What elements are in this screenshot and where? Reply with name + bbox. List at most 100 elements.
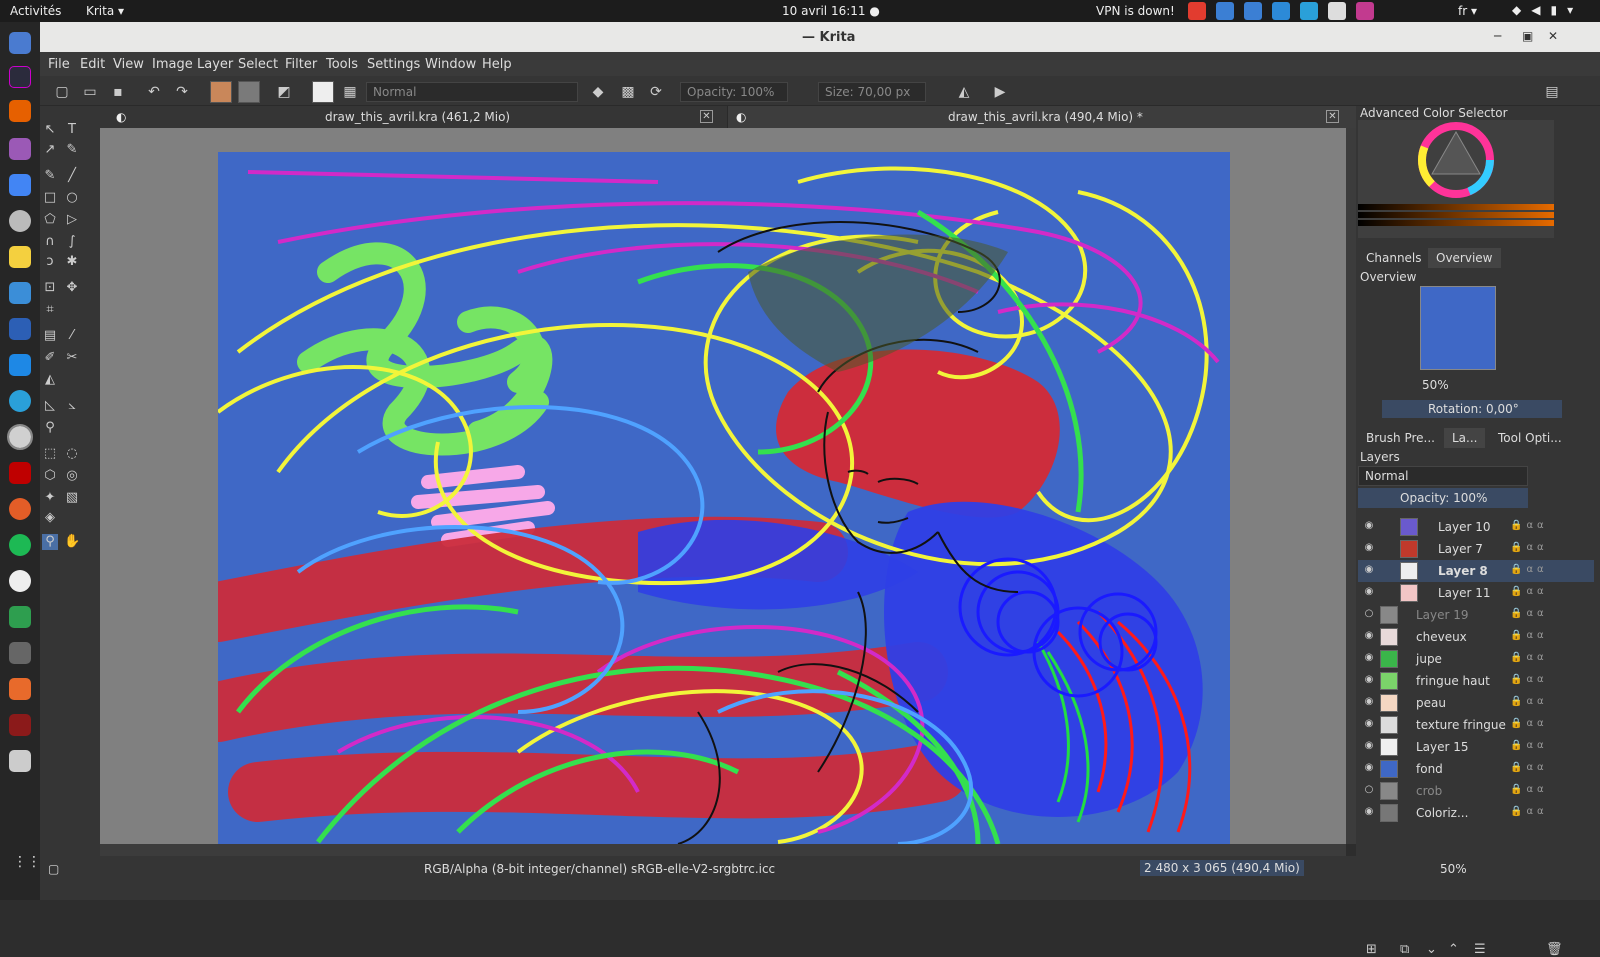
freehand-selection-tool-icon[interactable]: ◎ (64, 468, 80, 484)
new-document-icon[interactable]: ▢ (54, 84, 70, 100)
brush-preset-button[interactable] (312, 81, 334, 103)
horizontal-scrollbar[interactable] (100, 844, 1346, 856)
tray-app-icon[interactable] (1356, 2, 1374, 20)
phpstorm-icon[interactable] (9, 66, 31, 88)
system-menu[interactable]: ◆ ◀ ▮ ▾ (1512, 3, 1573, 17)
firefox-icon[interactable] (9, 100, 31, 122)
layer-flags-icon[interactable]: 🔒αα (1510, 542, 1548, 553)
maximize-button[interactable]: ▣ (1522, 29, 1533, 43)
rectangle-tool-icon[interactable]: □ (42, 190, 58, 206)
overview-zoom[interactable]: 50% (1422, 378, 1449, 392)
visibility-eye-icon[interactable]: ◉ (1363, 806, 1375, 818)
visibility-eye-icon[interactable]: ◉ (1363, 740, 1375, 752)
calligraphy-tool-icon[interactable]: ✎ (64, 142, 80, 158)
menu-tools[interactable]: Tools (326, 57, 358, 72)
canvas-area[interactable] (100, 128, 1346, 844)
layer-flags-icon[interactable]: 🔒αα (1510, 762, 1548, 773)
layer-flags-icon[interactable]: 🔒αα (1510, 564, 1548, 575)
tab-document-2[interactable]: ◐ draw_this_avril.kra (490,4 Mio) * ✕ (728, 106, 1356, 128)
foreground-color-swatch[interactable] (210, 81, 232, 103)
layer-flags-icon[interactable]: 🔒αα (1510, 652, 1548, 663)
edit-shapes-tool-icon[interactable]: ↗ (42, 142, 58, 158)
contiguous-selection-tool-icon[interactable]: ✦ (42, 490, 58, 506)
layer-row[interactable]: ◉ Coloriz... 🔒αα (1358, 802, 1594, 824)
line-tool-icon[interactable]: ╱ (64, 168, 80, 184)
app-menu-button[interactable]: Krita ▾ (86, 4, 124, 18)
measure-tool-icon[interactable]: ⦣ (64, 398, 80, 414)
visibility-eye-icon[interactable]: ◉ (1363, 762, 1375, 774)
layer-flags-icon[interactable]: 🔒αα (1510, 674, 1548, 685)
visibility-eye-icon[interactable]: ◉ (1363, 586, 1375, 598)
colorize-mask-tool-icon[interactable]: ✐ (42, 350, 58, 366)
overview-thumbnail[interactable] (1420, 286, 1496, 370)
krita-icon[interactable] (7, 424, 33, 450)
save-icon[interactable]: ▪ (110, 84, 126, 100)
menu-settings[interactable]: Settings (367, 57, 420, 72)
tray-app-icon[interactable] (1216, 2, 1234, 20)
fill-tool-icon[interactable]: ◭ (42, 372, 58, 388)
delete-layer-icon[interactable]: 🗑 (1546, 942, 1563, 957)
pan-tool-icon[interactable]: ✋ (64, 534, 80, 550)
alpha-lock-icon[interactable]: ▩ (620, 84, 636, 100)
visibility-eye-icon[interactable]: ◉ (1363, 652, 1375, 664)
bezier-tool-icon[interactable]: ∩ (42, 234, 58, 250)
polygonal-selection-tool-icon[interactable]: ⬡ (42, 468, 58, 484)
visibility-eye-icon[interactable]: ○ (1363, 608, 1375, 620)
terminal-icon[interactable] (9, 714, 31, 736)
layer-row[interactable]: ◉ cheveux 🔒αα (1358, 626, 1594, 648)
zoom-tool-icon[interactable]: ⚲ (42, 534, 58, 550)
assistant-tool-icon[interactable]: ◺ (42, 398, 58, 414)
menu-window[interactable]: Window (425, 57, 476, 72)
spreadsheet-icon[interactable] (9, 606, 31, 628)
dynamic-brush-tool-icon[interactable]: ↄ (42, 254, 58, 270)
color-picker-tool-icon[interactable]: ⁄ (64, 328, 80, 344)
multibrush-tool-icon[interactable]: ✱ (64, 254, 80, 270)
mirror-vertical-icon[interactable]: ▶ (992, 84, 1008, 100)
rectangular-selection-tool-icon[interactable]: ⬚ (42, 446, 58, 462)
pattern-icon[interactable]: ▦ (342, 84, 358, 100)
layer-row[interactable]: ◉ jupe 🔒αα (1358, 648, 1594, 670)
tray-app-icon[interactable] (1328, 2, 1346, 20)
smart-patch-tool-icon[interactable]: ✂ (64, 350, 80, 366)
move-layer-up-icon[interactable]: ⌃ (1448, 942, 1459, 957)
layer-properties-icon[interactable]: ☰ (1474, 942, 1486, 957)
background-color-swatch[interactable] (238, 81, 260, 103)
menu-layer[interactable]: Layer (197, 57, 233, 72)
layer-flags-icon[interactable]: 🔒αα (1510, 784, 1548, 795)
layer-flags-icon[interactable]: 🔒αα (1510, 740, 1548, 751)
layer-flags-icon[interactable]: 🔒αα (1510, 630, 1548, 641)
vertical-scrollbar[interactable] (1346, 128, 1356, 844)
visibility-eye-icon[interactable]: ◉ (1363, 542, 1375, 554)
text-editor-icon[interactable] (9, 282, 31, 304)
select-shapes-tool-icon[interactable]: ↖ (42, 122, 58, 138)
tab-overview[interactable]: Overview (1428, 248, 1501, 268)
visibility-eye-icon[interactable]: ◉ (1363, 696, 1375, 708)
artwork-canvas[interactable] (218, 152, 1230, 844)
menu-edit[interactable]: Edit (80, 57, 105, 72)
move-tool-icon[interactable]: ✥ (64, 280, 80, 296)
swap-colors-icon[interactable]: ◩ (276, 84, 292, 100)
layer-row[interactable]: ◉ peau 🔒αα (1358, 692, 1594, 714)
layer-row[interactable]: ◉ texture fringue 🔒αα (1358, 714, 1594, 736)
ellipse-tool-icon[interactable]: ○ (64, 190, 80, 206)
freehand-brush-tool-icon[interactable]: ✎ (42, 168, 58, 184)
advanced-color-selector[interactable] (1358, 120, 1554, 238)
language-selector[interactable]: fr ▾ (1458, 4, 1477, 18)
text-tool-icon[interactable]: T (64, 122, 80, 138)
polyline-tool-icon[interactable]: ▷ (64, 212, 80, 228)
polygon-tool-icon[interactable]: ⬠ (42, 212, 58, 228)
layer-flags-icon[interactable]: 🔒αα (1510, 520, 1548, 531)
tab-document-1[interactable]: ◐ draw_this_avril.kra (461,2 Mio) ✕ (100, 106, 728, 128)
visibility-eye-icon[interactable]: ◉ (1363, 718, 1375, 730)
transform-tool-icon[interactable]: ⊡ (42, 280, 58, 296)
close-tab-icon[interactable]: ✕ (1326, 110, 1339, 123)
layer-flags-icon[interactable]: 🔒αα (1510, 608, 1548, 619)
color-wheel[interactable] (1358, 120, 1554, 238)
chrome-icon[interactable] (9, 174, 31, 196)
tab-tool-options[interactable]: Tool Opti... (1490, 428, 1570, 448)
layer-row[interactable]: ◉ Layer 11 🔒αα (1358, 582, 1594, 604)
size-slider[interactable]: Size: 70,00 px (818, 82, 926, 102)
reload-preset-icon[interactable]: ⟳ (648, 84, 664, 100)
tray-app-icon[interactable] (1188, 2, 1206, 20)
minimize-button[interactable]: ─ (1494, 29, 1501, 43)
